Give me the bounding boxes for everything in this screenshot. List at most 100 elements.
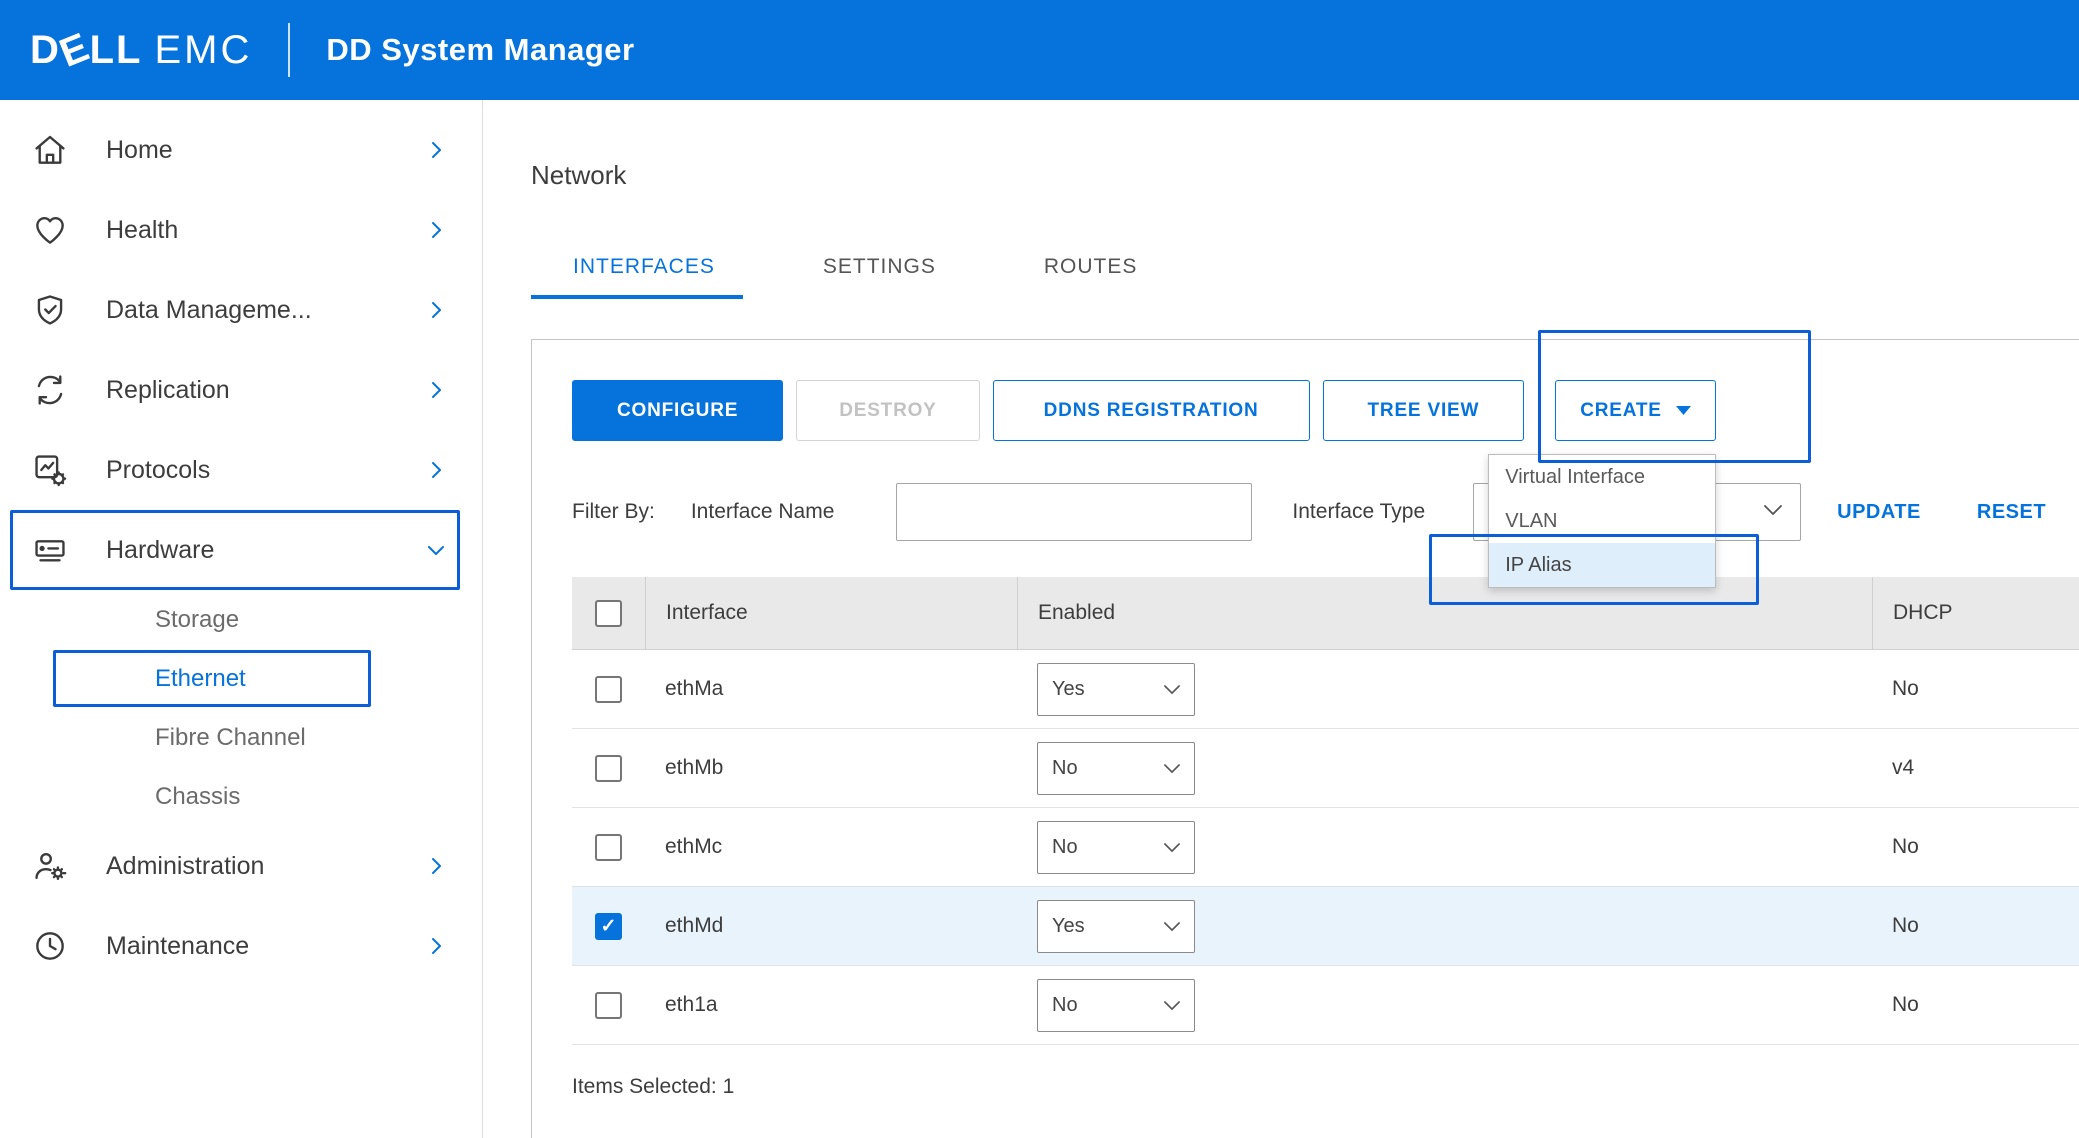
sidebar-item-protocols[interactable]: Protocols — [0, 430, 482, 510]
dell-logo-text: DELL — [30, 28, 142, 73]
sidebar-subitem-fibre-channel[interactable]: Fibre Channel — [0, 708, 482, 767]
chevron-right-icon — [424, 138, 448, 162]
table-header-row: Interface Enabled DHCP — [572, 577, 2079, 650]
table-row-ethMc: ethMc No No — [572, 808, 2079, 887]
sidebar-nav: Home Health Data Manageme... Replication — [0, 100, 483, 1138]
dhcp-cell: No — [1872, 914, 2079, 938]
dhcp-cell: No — [1872, 835, 2079, 859]
interface-name-input[interactable] — [896, 483, 1252, 541]
chevron-down-icon — [1164, 836, 1180, 859]
table-row-ethMb: ethMb No v4 — [572, 729, 2079, 808]
sidebar-item-label: Administration — [106, 852, 264, 881]
configure-button[interactable]: CONFIGURE — [572, 380, 783, 441]
sidebar-item-administration[interactable]: Administration — [0, 826, 482, 906]
sidebar-item-label: Data Manageme... — [106, 296, 312, 325]
enabled-value: No — [1052, 994, 1078, 1017]
create-button-label: CREATE — [1580, 400, 1662, 422]
enabled-select[interactable]: No — [1037, 821, 1195, 874]
interface-type-label: Interface Type — [1292, 500, 1425, 524]
menu-item-ip-alias[interactable]: IP Alias — [1489, 543, 1715, 587]
home-icon — [30, 130, 70, 170]
chevron-right-icon — [424, 458, 448, 482]
table-row-eth1a: eth1a No No — [572, 966, 2079, 1045]
tab-settings[interactable]: SETTINGS — [781, 255, 964, 299]
ddns-registration-button[interactable]: DDNS REGISTRATION — [993, 380, 1310, 441]
sidebar-subitem-chassis[interactable]: Chassis — [0, 767, 482, 826]
main-content: Network INTERFACES SETTINGS ROUTES CONFI… — [483, 100, 2079, 1138]
sidebar-item-label: Home — [106, 136, 173, 165]
destroy-button[interactable]: DESTROY — [796, 380, 979, 441]
sidebar-item-label: Maintenance — [106, 932, 249, 961]
menu-item-vlan[interactable]: VLAN — [1489, 499, 1715, 543]
row-checkbox[interactable] — [595, 913, 622, 940]
sync-icon — [30, 370, 70, 410]
interface-cell: ethMd — [645, 914, 1017, 938]
interface-name-label: Interface Name — [691, 500, 835, 524]
sidebar-item-label: Health — [106, 216, 178, 245]
sidebar-item-label: Hardware — [106, 536, 214, 565]
row-checkbox[interactable] — [595, 834, 622, 861]
menu-item-virtual-interface[interactable]: Virtual Interface — [1489, 455, 1715, 499]
page-title: Network — [531, 160, 2079, 191]
heart-icon — [30, 210, 70, 250]
enabled-value: No — [1052, 836, 1078, 859]
annotation-box-hardware — [10, 510, 460, 590]
enabled-select[interactable]: Yes — [1037, 663, 1195, 716]
items-selected-status: Items Selected: 1 — [572, 1075, 2079, 1099]
sidebar-subitem-storage[interactable]: Storage — [0, 590, 482, 649]
dell-emc-logo: DELL EMC — [30, 28, 252, 73]
sidebar-item-health[interactable]: Health — [0, 190, 482, 270]
user-gear-icon — [30, 846, 70, 886]
chevron-down-icon — [1764, 503, 1782, 521]
sidebar-subitem-label: Chassis — [155, 783, 240, 811]
column-header-dhcp: DHCP — [1872, 577, 2079, 649]
tab-bar: INTERFACES SETTINGS ROUTES — [531, 255, 2079, 299]
enabled-value: Yes — [1052, 915, 1085, 938]
emc-logo-text: EMC — [154, 28, 252, 73]
sidebar-item-replication[interactable]: Replication — [0, 350, 482, 430]
chevron-right-icon — [424, 934, 448, 958]
sidebar-item-home[interactable]: Home — [0, 110, 482, 190]
dhcp-cell: No — [1872, 677, 2079, 701]
chevron-down-icon — [424, 538, 448, 562]
enabled-select[interactable]: Yes — [1037, 900, 1195, 953]
chevron-down-icon — [1164, 678, 1180, 701]
sidebar-subitem-ethernet[interactable]: Ethernet — [0, 649, 482, 708]
interface-cell: ethMb — [645, 756, 1017, 780]
chevron-down-icon — [1164, 757, 1180, 780]
row-checkbox[interactable] — [595, 676, 622, 703]
tab-routes[interactable]: ROUTES — [1002, 255, 1166, 299]
row-checkbox[interactable] — [595, 755, 622, 782]
sidebar-item-maintenance[interactable]: Maintenance — [0, 906, 482, 986]
sidebar-item-label: Protocols — [106, 456, 210, 485]
chevron-down-icon — [1164, 915, 1180, 938]
tab-interfaces[interactable]: INTERFACES — [531, 255, 743, 299]
column-header-interface: Interface — [645, 577, 1017, 649]
chevron-right-icon — [424, 378, 448, 402]
tree-view-button[interactable]: TREE VIEW — [1323, 380, 1525, 441]
row-checkbox[interactable] — [595, 992, 622, 1019]
update-link[interactable]: UPDATE — [1837, 501, 1921, 524]
enabled-value: No — [1052, 757, 1078, 780]
create-button[interactable]: CREATE — [1555, 380, 1716, 441]
create-button-area: CREATE Virtual Interface VLAN IP Alias — [1555, 380, 1716, 441]
table-row-ethMd: ethMd Yes No — [572, 887, 2079, 966]
create-dropdown-menu: Virtual Interface VLAN IP Alias — [1488, 454, 1716, 588]
interfaces-panel: CONFIGURE DESTROY DDNS REGISTRATION TREE… — [531, 339, 2079, 1138]
sidebar-item-label: Replication — [106, 376, 230, 405]
enabled-select[interactable]: No — [1037, 979, 1195, 1032]
interface-cell: ethMc — [645, 835, 1017, 859]
enabled-select[interactable]: No — [1037, 742, 1195, 795]
reset-link[interactable]: RESET — [1977, 501, 2046, 524]
sidebar-item-data-management[interactable]: Data Manageme... — [0, 270, 482, 350]
select-all-cell — [572, 600, 645, 627]
chevron-right-icon — [424, 854, 448, 878]
sidebar-subitem-label: Storage — [155, 606, 239, 634]
select-all-checkbox[interactable] — [595, 600, 622, 627]
shield-icon — [30, 290, 70, 330]
sidebar-item-hardware[interactable]: Hardware — [0, 510, 482, 590]
toolbar: CONFIGURE DESTROY DDNS REGISTRATION TREE… — [572, 380, 2079, 441]
header-divider — [288, 23, 290, 77]
clock-icon — [30, 926, 70, 966]
table-row-ethMa: ethMa Yes No — [572, 650, 2079, 729]
